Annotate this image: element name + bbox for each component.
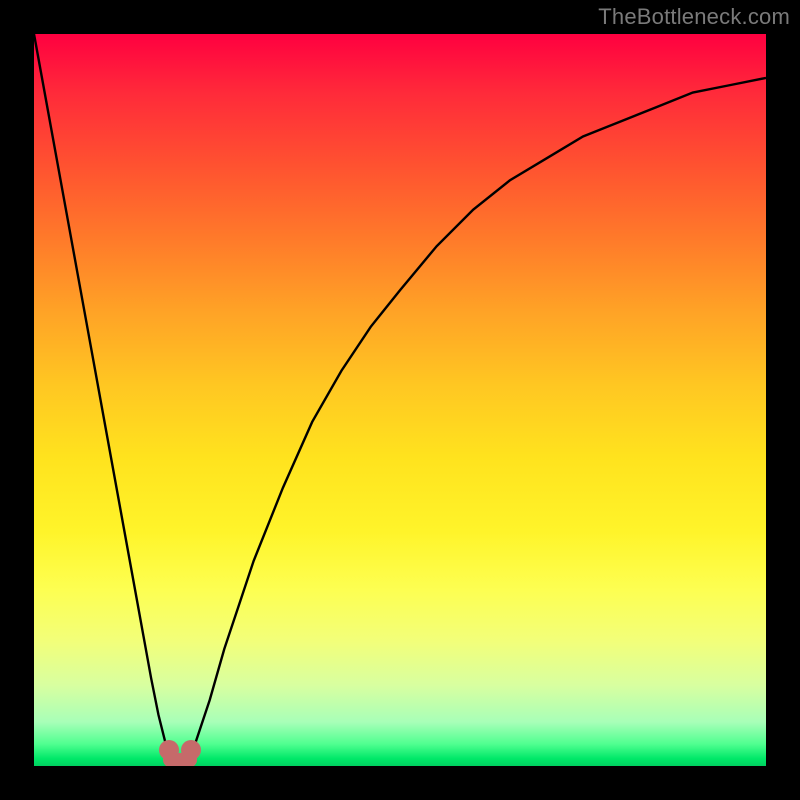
plot-area <box>34 34 766 766</box>
watermark-text: TheBottleneck.com <box>598 4 790 30</box>
bottleneck-curve <box>34 34 766 766</box>
optimal-marker-base <box>163 753 197 766</box>
chart-frame: TheBottleneck.com <box>0 0 800 800</box>
